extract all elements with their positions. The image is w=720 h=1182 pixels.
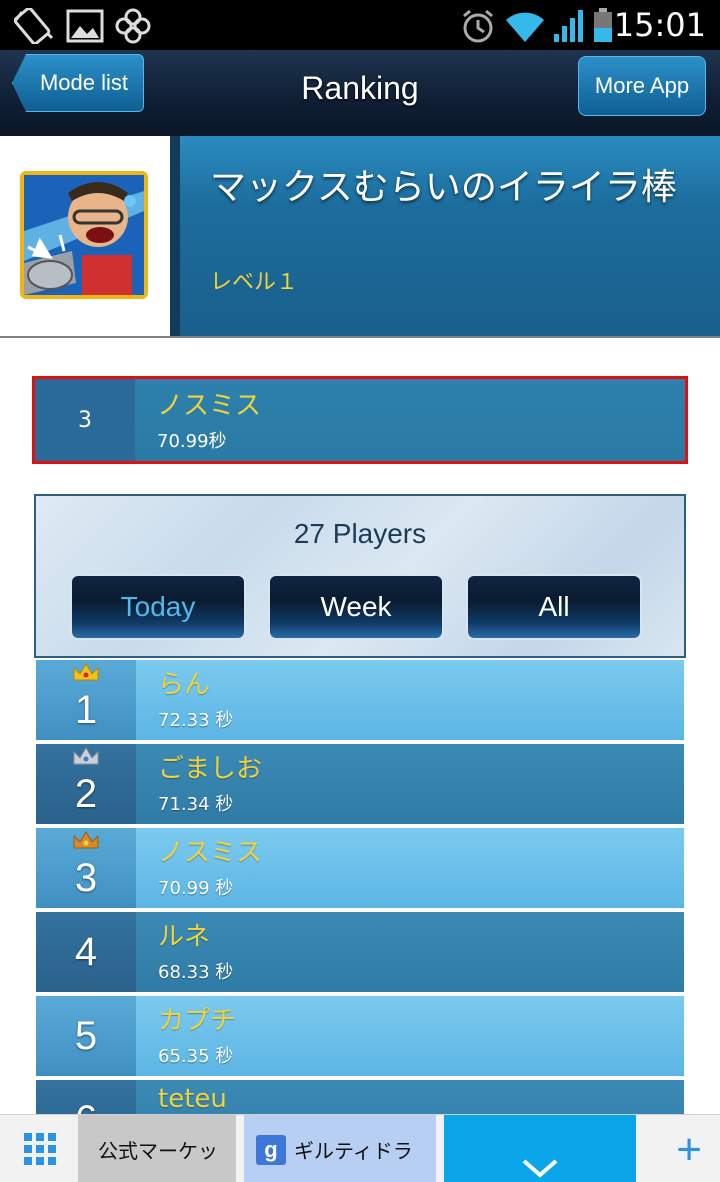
signal-icon bbox=[554, 10, 583, 42]
battery-icon bbox=[594, 8, 612, 42]
ranking-row[interactable]: 4 ルネ 68.33 秒 bbox=[36, 912, 684, 992]
rank-number-cell: 2 bbox=[36, 744, 136, 824]
player-name: ごましお bbox=[158, 754, 263, 784]
my-rank-number: 3 bbox=[35, 379, 135, 461]
players-count: 27 Players bbox=[293, 518, 427, 549]
chevron-down-icon bbox=[522, 1159, 558, 1178]
current-tab[interactable] bbox=[444, 1115, 636, 1182]
status-bar: 15:01 bbox=[0, 0, 720, 50]
my-rank-row[interactable]: 3 ノスミス 70.99秒 bbox=[32, 376, 688, 464]
gallery-icon bbox=[66, 9, 104, 43]
gold-crown-icon bbox=[73, 663, 99, 681]
ranking-row[interactable]: 5 カプチ 65.35 秒 bbox=[36, 996, 684, 1076]
grid-menu-icon[interactable] bbox=[24, 1133, 56, 1165]
browser-tab-market[interactable]: 公式マーケッ bbox=[78, 1115, 236, 1182]
browser-tab-bar: 公式マーケッ g ギルティドラ + bbox=[0, 1114, 720, 1182]
player-time: 71.34 秒 bbox=[158, 794, 234, 815]
rank-number: 2 bbox=[74, 772, 98, 816]
bronze-crown-icon bbox=[73, 831, 99, 849]
browser-tab-guilty-label: ギルティドラ bbox=[294, 1138, 413, 1163]
ranking-row[interactable]: 2 ごましお 71.34 秒 bbox=[36, 744, 684, 824]
rank-number: 3 bbox=[74, 856, 98, 900]
wifi-icon bbox=[506, 12, 544, 42]
player-name: ノスミス bbox=[158, 838, 263, 868]
player-time: 70.99 秒 bbox=[158, 878, 234, 899]
game-level: レベル１ bbox=[210, 270, 299, 295]
rank-number-cell: 1 bbox=[36, 660, 136, 740]
player-name: らん bbox=[158, 670, 211, 700]
nav-bar: Mode list Ranking More App bbox=[0, 50, 720, 136]
game-info-panel: マックスむらいのイライラ棒 レベル１ bbox=[170, 136, 720, 336]
my-rank-name: ノスミス bbox=[157, 391, 262, 421]
tab-today[interactable]: Today bbox=[70, 574, 246, 640]
clock: 15:01 bbox=[613, 6, 706, 44]
rank-number-cell: 5 bbox=[36, 996, 136, 1076]
rank-number: 1 bbox=[74, 688, 98, 732]
rank-number: 5 bbox=[74, 1014, 98, 1058]
player-name: teteu bbox=[158, 1084, 227, 1114]
ranking-row[interactable]: 3 ノスミス 70.99 秒 bbox=[36, 828, 684, 908]
player-time: 68.33 秒 bbox=[158, 962, 234, 983]
alarm-icon bbox=[463, 9, 493, 43]
game-header: マックスむらいのイライラ棒 レベル１ bbox=[0, 136, 720, 338]
tab-week[interactable]: Week bbox=[268, 574, 444, 640]
player-time: 72.33 秒 bbox=[158, 710, 234, 731]
tab-all[interactable]: All bbox=[466, 574, 642, 640]
google-icon: g bbox=[256, 1135, 286, 1165]
screen: 15:01 Mode list Ranking More App マックスむらい… bbox=[0, 0, 720, 1182]
rank-number: 4 bbox=[74, 930, 98, 974]
rank-number-cell: 4 bbox=[36, 912, 136, 992]
silver-crown-icon bbox=[73, 747, 99, 765]
browser-tab-market-label: 公式マーケッ bbox=[98, 1138, 218, 1163]
more-app-button[interactable]: More App bbox=[578, 56, 706, 116]
new-tab-button[interactable]: + bbox=[676, 1125, 702, 1175]
fan-icon bbox=[115, 8, 151, 44]
player-name: ルネ bbox=[158, 922, 211, 952]
player-time: 65.35 秒 bbox=[158, 1046, 234, 1067]
game-title: マックスむらいのイライラ棒 bbox=[210, 167, 677, 208]
ranking-row[interactable]: 1 らん 72.33 秒 bbox=[36, 660, 684, 740]
my-rank-time: 70.99秒 bbox=[157, 431, 227, 452]
player-name: カプチ bbox=[158, 1006, 237, 1036]
players-panel: 27 Players Today Week All bbox=[34, 494, 686, 658]
game-icon-area bbox=[0, 136, 170, 336]
rotate-icon bbox=[14, 8, 54, 44]
game-app-icon bbox=[20, 171, 148, 299]
rank-number-cell: 3 bbox=[36, 828, 136, 908]
browser-tab-guilty[interactable]: g ギルティドラ bbox=[244, 1115, 436, 1182]
